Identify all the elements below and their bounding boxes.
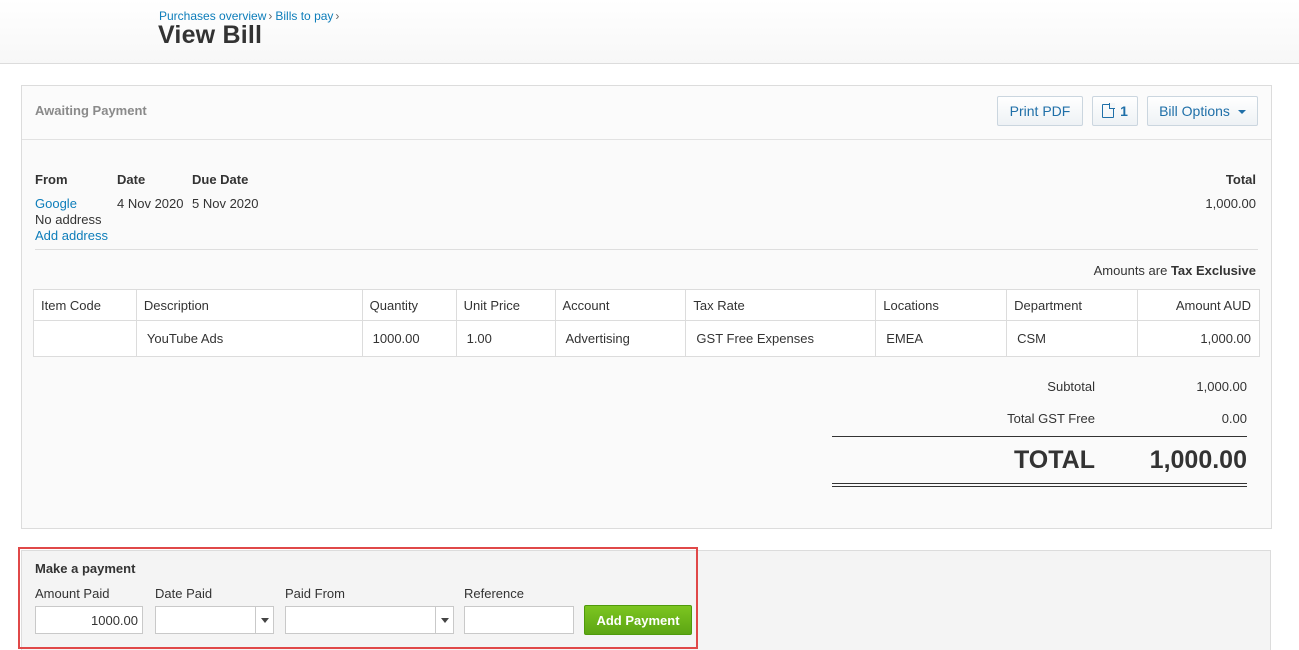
breadcrumb-separator: › (335, 9, 340, 23)
subtotal-value: 1,000.00 (1196, 379, 1247, 394)
amounts-are: Amounts are Tax Exclusive (1094, 263, 1256, 278)
column-header: Account (554, 289, 687, 321)
breadcrumb-bills-to-pay[interactable]: Bills to pay (275, 9, 333, 23)
grand-total-value: 1,000.00 (1149, 446, 1247, 474)
status-badge: Awaiting Payment (35, 103, 147, 118)
date-label: Date (117, 172, 146, 187)
dropdown-arrow-icon[interactable] (435, 607, 453, 633)
tax-value: 0.00 (1221, 411, 1247, 426)
tax-rate-cell: GST Free Expenses (685, 320, 877, 357)
date-value: 4 Nov 2020 (117, 196, 184, 211)
amount-paid-label: Amount Paid (35, 586, 110, 601)
dropdown-arrow-icon[interactable] (255, 607, 273, 633)
add-address-link[interactable]: Add address (35, 228, 108, 243)
reference-input[interactable] (464, 606, 574, 634)
breadcrumb-separator: › (268, 9, 273, 23)
total-value: 1,000.00 (1205, 196, 1256, 211)
column-header: Item Code (33, 289, 137, 321)
total-double-rule (832, 483, 1247, 487)
subtotal-label: Subtotal (1047, 379, 1095, 394)
payment-title: Make a payment (35, 561, 136, 576)
contact-link[interactable]: Google (35, 196, 77, 211)
tax-label: Total GST Free (1007, 411, 1095, 426)
paid-from-select[interactable] (285, 606, 454, 634)
document-icon (1102, 103, 1116, 118)
column-header: Tax Rate (685, 289, 877, 321)
page-title: View Bill (158, 21, 263, 49)
divider (35, 249, 1258, 250)
print-pdf-button[interactable]: Print PDF (997, 96, 1083, 126)
unit-price-cell: 1.00 (455, 320, 556, 357)
total-label: Total (1225, 172, 1256, 187)
department-cell: CSM (1006, 320, 1139, 357)
bill-panel: Awaiting Payment Print PDF 1 Bill Option… (21, 85, 1272, 529)
line-items-table: Item Code Description Quantity Unit Pric… (33, 289, 1260, 357)
date-paid-select[interactable] (155, 606, 274, 634)
due-date-value: 5 Nov 2020 (192, 196, 259, 211)
amounts-are-value: Tax Exclusive (1170, 263, 1256, 278)
page-header: Purchases overview › Bills to pay › View Bi… (0, 0, 1299, 64)
column-header: Description (135, 289, 363, 321)
quantity-cell: 1000.00 (361, 320, 457, 357)
column-header: Unit Price (455, 289, 556, 321)
due-date-label: Due Date (192, 172, 249, 187)
column-header: Department (1006, 289, 1139, 321)
table-row: YouTube Ads 1000.00 1.00 Advertising GST… (33, 320, 1260, 357)
amount-paid-input[interactable] (35, 606, 143, 634)
description-cell: YouTube Ads (135, 320, 363, 357)
attachments-button[interactable]: 1 (1092, 96, 1138, 126)
reference-label: Reference (464, 586, 524, 601)
caret-down-icon (1237, 110, 1246, 114)
bill-options-label: Bill Options (1159, 103, 1230, 119)
amount-cell: 1,000.00 (1137, 320, 1260, 357)
account-cell: Advertising (554, 320, 687, 357)
bill-panel-header: Awaiting Payment Print PDF 1 Bill Option… (22, 86, 1271, 140)
amounts-are-label: Amounts are (1093, 263, 1168, 278)
column-header: Locations (875, 289, 1008, 321)
table-header-row: Item Code Description Quantity Unit Pric… (33, 289, 1260, 321)
column-header: Amount AUD (1137, 289, 1260, 321)
total-divider (832, 436, 1247, 437)
paid-from-label: Paid From (285, 586, 345, 601)
no-address-text: No address (35, 212, 102, 227)
bill-options-button[interactable]: Bill Options (1147, 96, 1258, 126)
date-paid-label: Date Paid (155, 586, 213, 601)
add-payment-button[interactable]: Add Payment (584, 605, 692, 635)
item-code-cell (33, 320, 137, 357)
attachments-count: 1 (1120, 103, 1128, 119)
location-cell: EMEA (875, 320, 1008, 357)
column-header: Quantity (361, 289, 457, 321)
from-label: From (35, 172, 68, 187)
